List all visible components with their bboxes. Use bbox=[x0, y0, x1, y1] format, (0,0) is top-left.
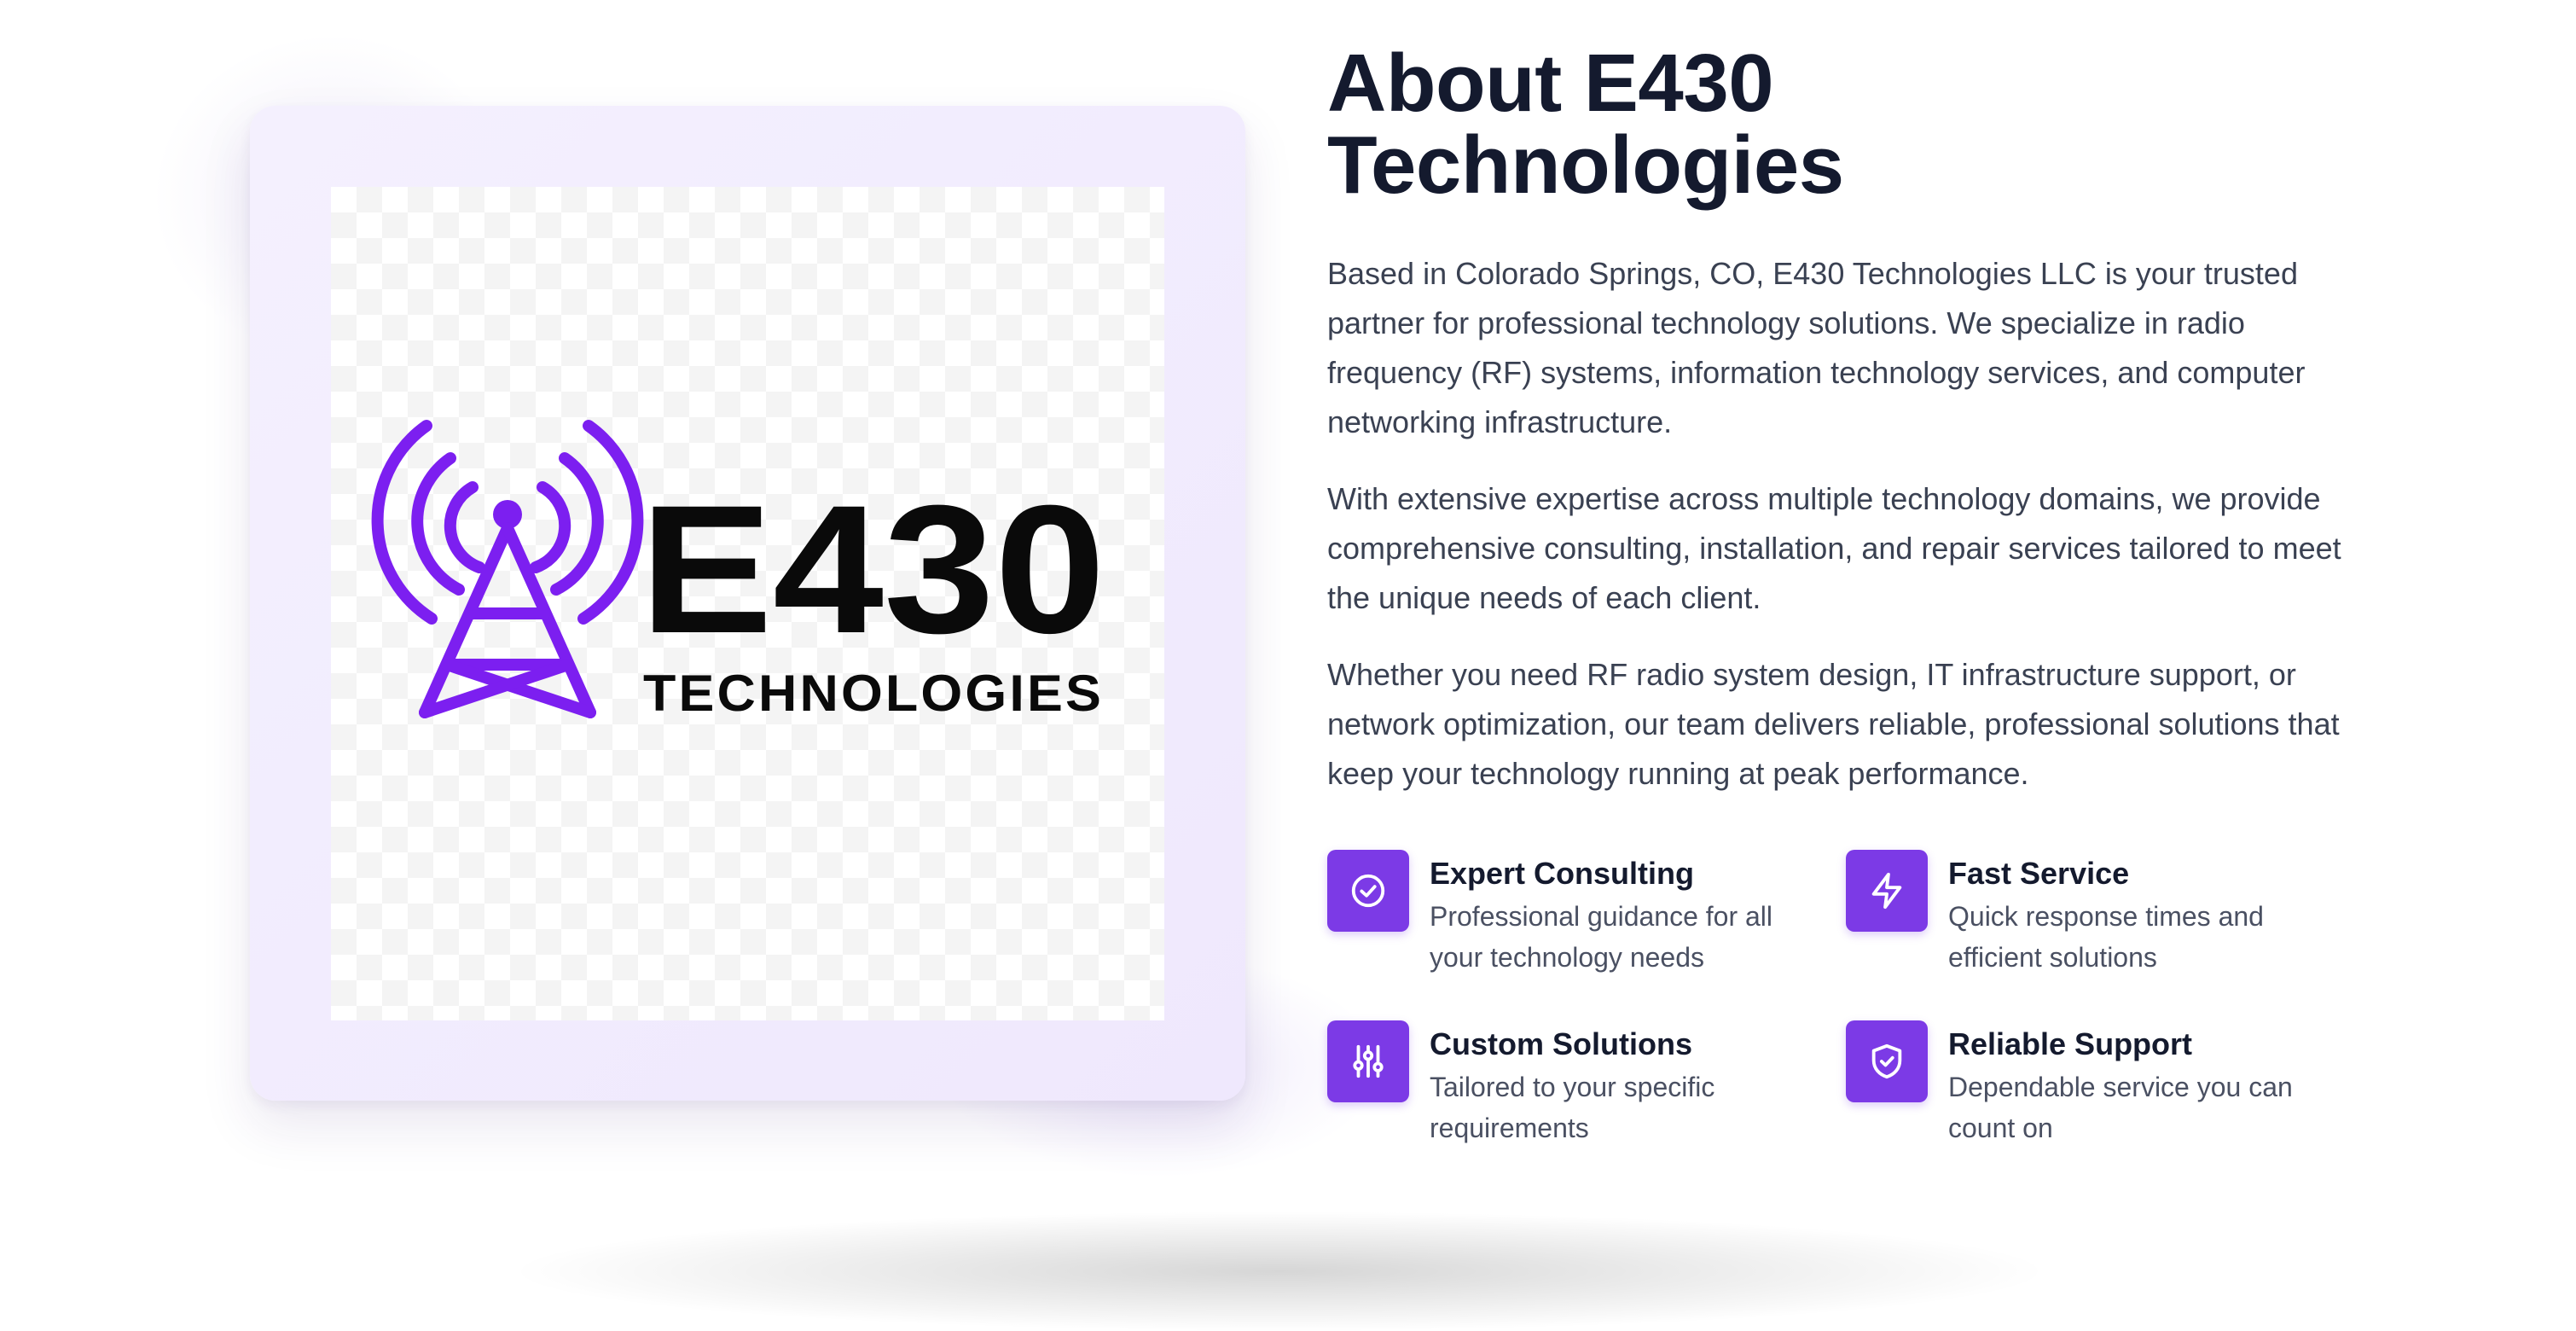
about-paragraph: Whether you need RF radio system design,… bbox=[1327, 657, 2340, 791]
feature-fast-service: Fast Service Quick response times and ef… bbox=[1846, 850, 2349, 978]
check-circle-icon bbox=[1351, 874, 1385, 908]
radio-tower-icon bbox=[371, 420, 644, 718]
feature-reliable-support: Reliable Support Dependable service you … bbox=[1846, 1020, 2349, 1148]
lightning-icon bbox=[1871, 872, 1902, 910]
feature-icon-badge bbox=[1327, 1020, 1409, 1102]
about-section: About E430 Technologies Based in Colorad… bbox=[1327, 43, 2376, 1148]
feature-custom-solutions: Custom Solutions Tailored to your specif… bbox=[1327, 1020, 1846, 1148]
company-image-card: E430 TECHNOLOGIES bbox=[250, 106, 1245, 1101]
feature-description: Quick response times and efficient solut… bbox=[1948, 901, 2264, 973]
about-paragraph: With extensive expertise across multiple… bbox=[1327, 481, 2341, 615]
feature-text: Fast Service Quick response times and ef… bbox=[1948, 850, 2332, 978]
page-title-line: Technologies bbox=[1327, 119, 1844, 211]
feature-description: Dependable service you can count on bbox=[1948, 1072, 2293, 1143]
feature-title: Custom Solutions bbox=[1430, 1026, 1692, 1061]
page-title-line: About E430 bbox=[1327, 38, 1774, 129]
feature-description: Professional guidance for all your techn… bbox=[1430, 901, 1773, 973]
feature-title: Fast Service bbox=[1948, 856, 2130, 891]
feature-icon-badge bbox=[1327, 850, 1409, 932]
feature-expert-consulting: Expert Consulting Professional guidance … bbox=[1327, 850, 1846, 978]
sliders-icon bbox=[1353, 1044, 1384, 1078]
company-logo: E430 TECHNOLOGIES bbox=[371, 420, 1105, 722]
logo-wordmark: E430 bbox=[640, 468, 1105, 671]
shield-check-icon bbox=[1871, 1043, 1902, 1079]
feature-icon-badge bbox=[1846, 1020, 1928, 1102]
feature-text: Reliable Support Dependable service you … bbox=[1948, 1020, 2332, 1148]
feature-icon-badge bbox=[1846, 850, 1928, 932]
feature-text: Expert Consulting Professional guidance … bbox=[1430, 850, 1813, 978]
feature-title: Expert Consulting bbox=[1430, 856, 1695, 891]
section-divider-shadow bbox=[512, 1212, 2047, 1331]
feature-title: Reliable Support bbox=[1948, 1026, 2193, 1061]
feature-text: Custom Solutions Tailored to your specif… bbox=[1430, 1020, 1813, 1148]
logo-subtitle: TECHNOLOGIES bbox=[643, 665, 1104, 722]
company-logo-image: E430 TECHNOLOGIES bbox=[331, 187, 1164, 1020]
feature-grid: Expert Consulting Professional guidance … bbox=[1327, 850, 2376, 1148]
feature-description: Tailored to your specific requirements bbox=[1430, 1072, 1715, 1143]
page-title: About E430 Technologies bbox=[1327, 43, 2376, 206]
about-paragraph: Based in Colorado Springs, CO, E430 Tech… bbox=[1327, 256, 2306, 439]
